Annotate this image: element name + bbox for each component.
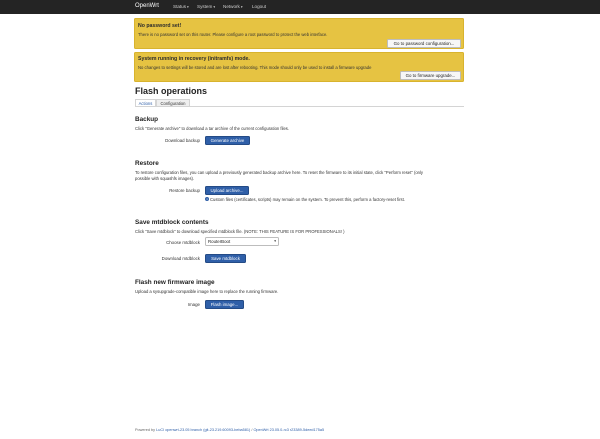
backup-description: Click "Generate archive" to download a t… (135, 126, 290, 131)
footer-prefix: Powered by (135, 428, 156, 432)
save-mtdblock-button[interactable]: Save mtdblock (205, 254, 246, 263)
download-backup-label: Download backup (165, 138, 200, 143)
tab-divider (135, 106, 464, 107)
alert-text: No changes to settings will be stored an… (138, 65, 372, 70)
mtdblock-selected-value: RouterBoot (208, 239, 231, 244)
restore-description: To restore configuration files, you can … (135, 170, 424, 175)
restore-description-cont: possible with squashfs images). (135, 176, 195, 181)
mtdblock-section-title: Save mtdblock contents (135, 219, 209, 226)
backup-section-title: Backup (135, 116, 159, 123)
download-mtdblock-label: Download mtdblock (161, 256, 200, 261)
info-icon: i (205, 197, 209, 201)
restore-hint: Custom files (certificates, scripts) may… (210, 197, 405, 202)
restore-backup-label: Restore backup (169, 188, 200, 193)
footer-openwrt-link[interactable]: OpenWrt 23.05.0-rc3 r23389-5deed175a5 (253, 428, 324, 432)
generate-archive-button[interactable]: Generate archive (205, 136, 250, 145)
chevron-down-icon: ▾ (213, 5, 216, 9)
chevron-down-icon: ▾ (274, 239, 276, 243)
choose-mtdblock-label: Choose mtdblock (166, 240, 200, 245)
image-label: Image (187, 302, 200, 307)
alert-recovery-mode: System running in recovery (initramfs) m… (134, 52, 464, 82)
page-title: Flash operations (135, 86, 208, 96)
mtdblock-select[interactable]: RouterBoot ▾ (205, 237, 279, 246)
footer: Powered by LuCI openwrt-23.05 branch (gi… (135, 428, 324, 432)
flash-image-button[interactable]: Flash image... (205, 300, 244, 309)
nav-status[interactable]: Status▾ (173, 4, 189, 9)
upload-archive-button[interactable]: Upload archive... (205, 186, 249, 195)
restore-section-title: Restore (135, 160, 159, 167)
nav-logout[interactable]: Logout (252, 4, 266, 9)
flash-section-title: Flash new firmware image (135, 279, 215, 286)
alert-title: System running in recovery (initramfs) m… (138, 56, 250, 62)
brand-logo[interactable]: OpenWrt (135, 3, 159, 9)
alert-title: No password set! (138, 23, 182, 29)
chevron-down-icon: ▾ (187, 5, 189, 9)
firmware-upgrade-button[interactable]: Go to firmware upgrade... (400, 71, 461, 80)
top-navbar: OpenWrt Status▾ System▾ Network▾ Logout (0, 0, 600, 14)
nav-system[interactable]: System▾ (197, 4, 215, 9)
footer-luci-link[interactable]: LuCI openwrt-23.05 branch (git-23.219.60… (156, 428, 250, 432)
alert-text: There is no password set on this router.… (138, 32, 328, 37)
mtdblock-description: Click "Save mtdblock" to download specif… (135, 229, 345, 234)
flash-description: Upload a sysupgrade-compatible image her… (135, 289, 279, 294)
password-config-button[interactable]: Go to password configuration... (387, 39, 461, 48)
nav-network[interactable]: Network▾ (223, 4, 243, 9)
alert-no-password: No password set! There is no password se… (134, 18, 464, 49)
chevron-down-icon: ▾ (240, 5, 243, 9)
